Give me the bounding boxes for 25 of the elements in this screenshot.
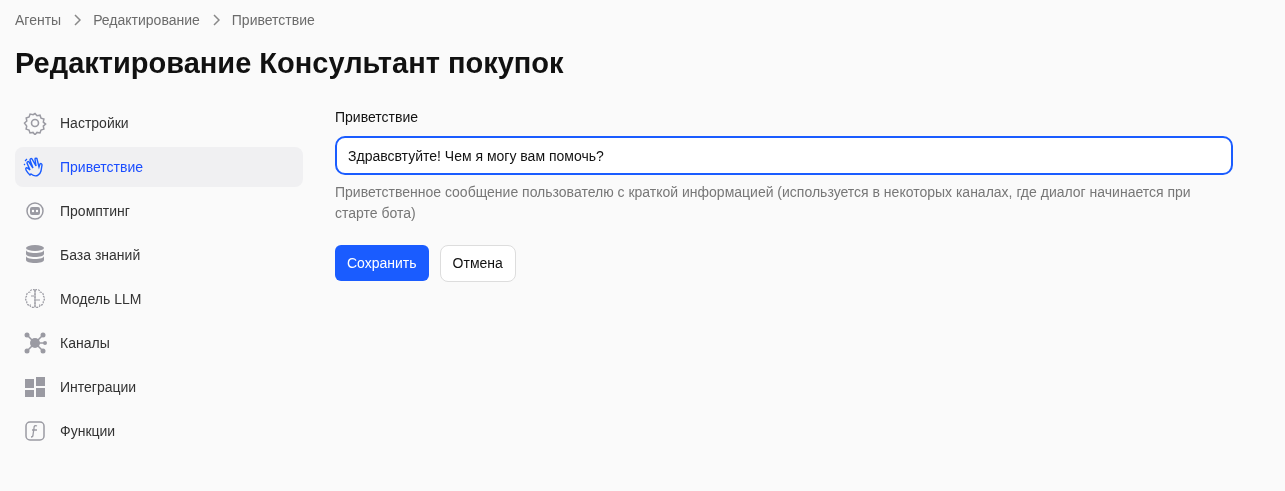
chevron-icon bbox=[73, 14, 82, 26]
save-button[interactable]: Сохранить bbox=[335, 245, 429, 281]
sidebar-item[interactable]: Приветствие bbox=[15, 147, 303, 187]
chevron-icon bbox=[211, 14, 220, 26]
breadcrumb-link[interactable]: Редактирование bbox=[93, 9, 200, 31]
breadcrumb-link[interactable]: Агенты bbox=[15, 9, 62, 31]
sidebar-item[interactable]: Промптинг bbox=[15, 191, 303, 231]
network-icon bbox=[23, 331, 47, 355]
sidebar-item[interactable]: Модель LLM bbox=[15, 279, 303, 319]
sidebar-item[interactable]: Настройки bbox=[15, 103, 303, 143]
sidebar-item[interactable]: Интеграции bbox=[15, 367, 303, 407]
sidebar-item[interactable]: Каналы bbox=[15, 323, 303, 363]
sidebar-item[interactable]: Функции bbox=[15, 411, 303, 451]
settings-icon bbox=[23, 111, 47, 135]
puzzle-icon bbox=[23, 375, 47, 399]
help-text: Приветственное сообщение пользователю с краткой информацией (используется в некоторых каналах, где диалог начинается при старте бота) bbox=[335, 183, 1192, 223]
field-label: Приветствие bbox=[335, 108, 419, 127]
brain-icon bbox=[23, 287, 47, 311]
function-icon bbox=[23, 419, 47, 443]
breadcrumb-link[interactable]: Приветствие bbox=[231, 9, 315, 31]
sidebar-item[interactable]: База знаний bbox=[15, 235, 303, 275]
cancel-button[interactable]: Отмена bbox=[439, 245, 516, 282]
robot-icon bbox=[23, 199, 47, 223]
page-title: Редактирование Консультант покупок bbox=[15, 46, 565, 81]
greeting-input[interactable]: Здравсвтуйте! Чем я могу вам помочь? bbox=[335, 136, 1233, 175]
